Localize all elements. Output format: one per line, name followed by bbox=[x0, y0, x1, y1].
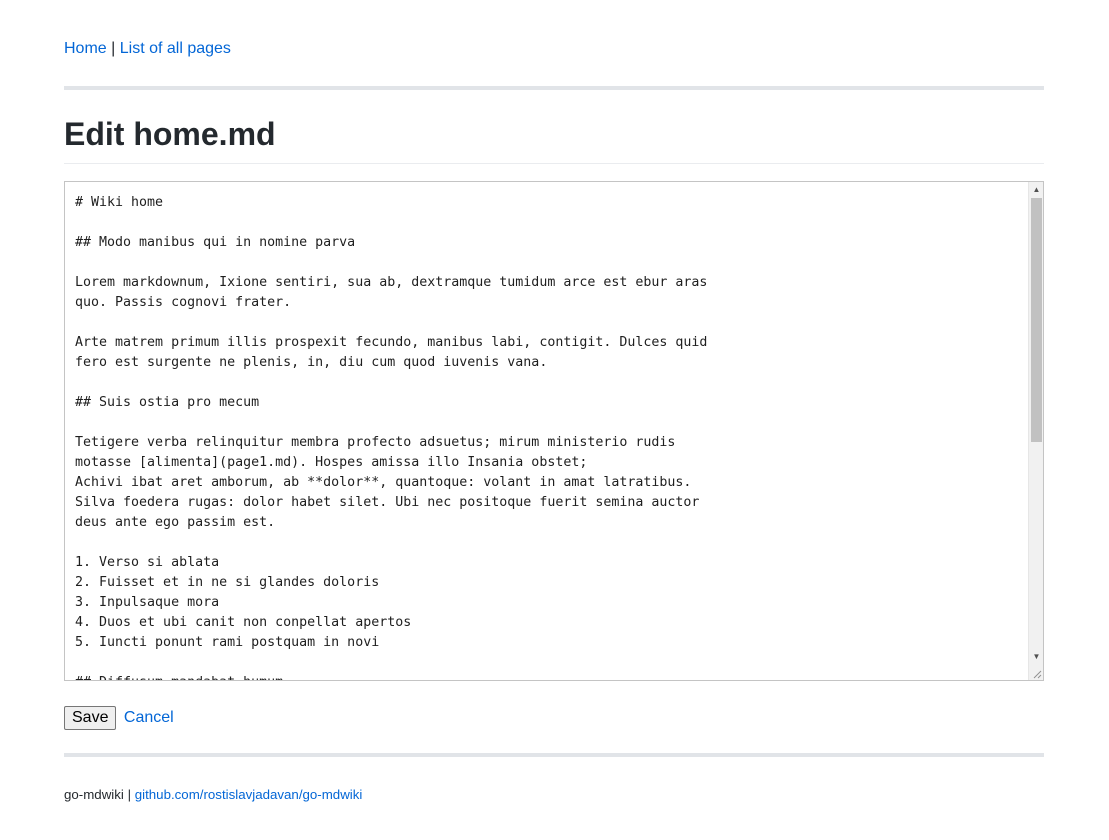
footer: go-mdwiki | github.com/rostislavjadavan/… bbox=[64, 786, 362, 804]
page-title: Edit home.md bbox=[64, 116, 276, 152]
editor-scrollbar[interactable]: ▲ ▼ bbox=[1028, 182, 1043, 680]
save-button[interactable]: Save bbox=[64, 706, 117, 730]
top-navigation: Home | List of all pages bbox=[64, 39, 231, 59]
nav-all-pages-link[interactable]: List of all pages bbox=[120, 40, 231, 57]
title-underline bbox=[64, 163, 1044, 164]
footer-repo-link[interactable]: github.com/rostislavjadavan/go-mdwiki bbox=[135, 787, 363, 802]
cancel-link[interactable]: Cancel bbox=[124, 706, 174, 730]
footer-app-name: go-mdwiki bbox=[64, 787, 124, 802]
scrollbar-thumb[interactable] bbox=[1031, 198, 1042, 442]
top-divider bbox=[64, 86, 1044, 90]
resize-grip-icon[interactable] bbox=[1029, 666, 1043, 680]
form-actions: Save Cancel bbox=[64, 706, 174, 730]
nav-home-link[interactable]: Home bbox=[64, 40, 107, 57]
bottom-divider bbox=[64, 753, 1044, 757]
triangle-down-icon[interactable]: ▼ bbox=[1029, 650, 1043, 664]
editor-content[interactable]: # Wiki home ## Modo manibus qui in nomin… bbox=[75, 193, 1023, 680]
nav-separator: | bbox=[111, 40, 116, 57]
footer-separator: | bbox=[127, 787, 132, 802]
markdown-editor-textarea[interactable]: # Wiki home ## Modo manibus qui in nomin… bbox=[64, 181, 1044, 681]
triangle-up-icon[interactable]: ▲ bbox=[1029, 183, 1043, 197]
